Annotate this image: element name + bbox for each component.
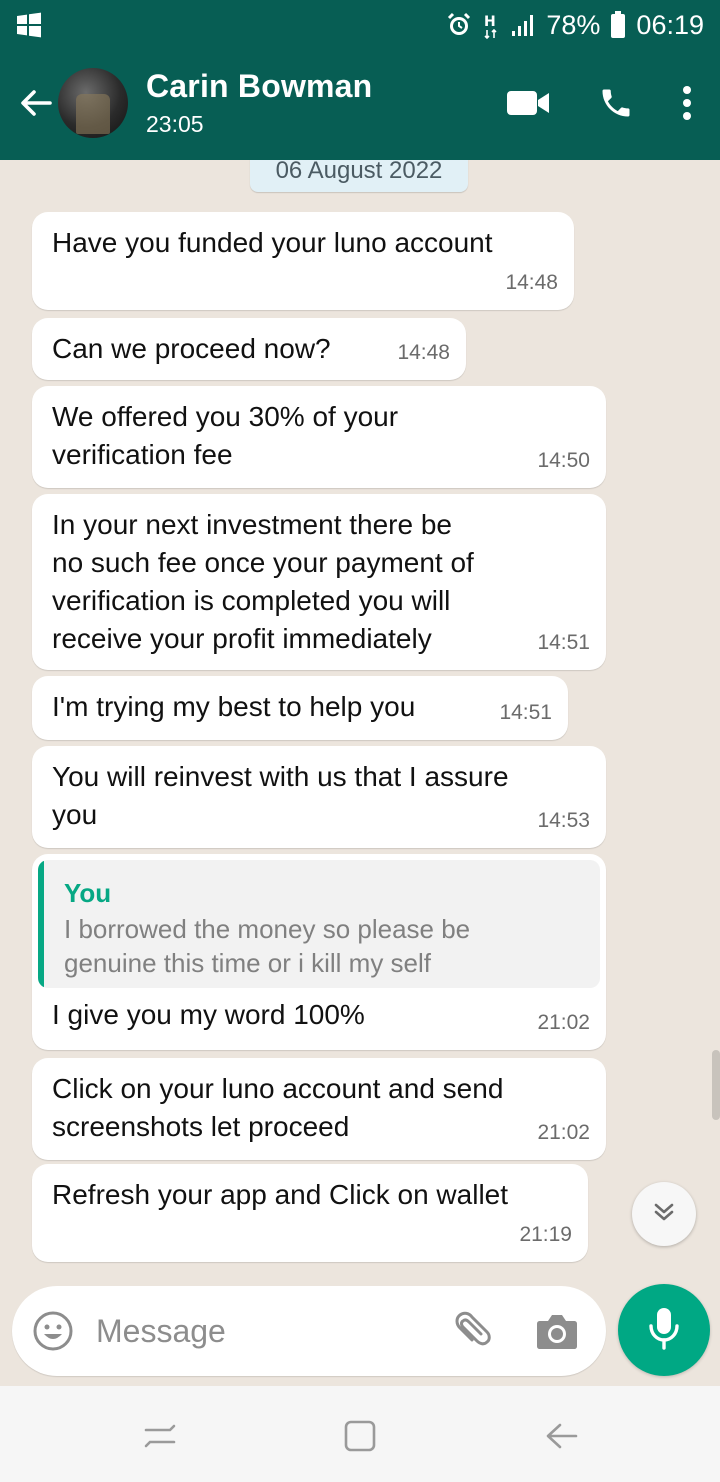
- message-text: I'm trying my best to help you: [52, 691, 416, 722]
- back-nav-icon[interactable]: [542, 1416, 582, 1461]
- svg-text:H: H: [484, 14, 496, 30]
- message-text: Click on your luno account and send scre…: [52, 1073, 504, 1142]
- top-app-bar: H 78% 06:19 Carin Bowman 23:05: [0, 0, 720, 160]
- signal-icon: [510, 12, 536, 38]
- quote-accent-bar: [38, 860, 44, 988]
- message-time: 14:53: [537, 809, 590, 832]
- message-text: Can we proceed now?: [52, 333, 331, 364]
- home-icon[interactable]: [340, 1416, 380, 1461]
- back-arrow-icon[interactable]: [14, 81, 58, 125]
- chat-area[interactable]: 06 August 2022 Have you funded your luno…: [0, 160, 720, 1284]
- message-input[interactable]: [96, 1304, 426, 1358]
- scrollbar[interactable]: [712, 1050, 720, 1120]
- double-chevron-down-icon: [651, 1199, 677, 1230]
- message-time: 21:02: [537, 1011, 590, 1034]
- quote-text: I borrowed the money so please be genuin…: [64, 914, 471, 978]
- message-bubble[interactable]: Can we proceed now? 14:48: [32, 318, 466, 380]
- mic-icon: [647, 1306, 681, 1355]
- system-navigation-bar: [0, 1386, 720, 1482]
- last-seen: 23:05: [146, 111, 204, 137]
- message-text: You will reinvest with us that I assure …: [52, 761, 509, 830]
- message-time: 21:19: [519, 1223, 572, 1246]
- mic-button[interactable]: [618, 1284, 710, 1376]
- message-time: 14:51: [537, 631, 590, 654]
- recent-apps-icon[interactable]: [140, 1416, 180, 1461]
- chat-header: Carin Bowman 23:05: [0, 58, 720, 148]
- date-separator: 06 August 2022: [250, 160, 468, 192]
- clock: 06:19: [636, 9, 704, 40]
- emoji-icon[interactable]: [32, 1310, 74, 1357]
- message-time: 14:48: [505, 271, 558, 294]
- attach-icon[interactable]: [450, 1310, 492, 1357]
- message-bubble[interactable]: Have you funded your luno account 14:48: [32, 212, 574, 310]
- message-bubble[interactable]: You I borrowed the money so please be ge…: [32, 854, 606, 1050]
- message-composer: [12, 1286, 606, 1376]
- contact-name: Carin Bowman: [146, 68, 373, 104]
- alarm-icon: [446, 12, 472, 38]
- scroll-to-bottom-button[interactable]: [632, 1182, 696, 1246]
- h-plus-icon: H: [482, 10, 500, 40]
- message-bubble[interactable]: I'm trying my best to help you 14:51: [32, 676, 568, 740]
- avatar[interactable]: [58, 68, 128, 138]
- status-bar: H 78% 06:19: [0, 0, 720, 50]
- message-bubble[interactable]: We offered you 30% of your verification …: [32, 386, 606, 488]
- battery-percent: 78%: [546, 9, 601, 40]
- message-bubble[interactable]: Refresh your app and Click on wallet 21:…: [32, 1164, 588, 1262]
- windows-icon: [16, 12, 42, 38]
- message-text: Have you funded your luno account: [52, 227, 493, 258]
- message-time: 14:51: [499, 701, 552, 724]
- message-time: 21:02: [537, 1121, 590, 1144]
- more-vert-icon[interactable]: [682, 85, 692, 121]
- message-time: 14:50: [537, 449, 590, 472]
- message-bubble[interactable]: Click on your luno account and send scre…: [32, 1058, 606, 1160]
- quote-author: You: [64, 878, 112, 908]
- message-text: In your next investment there be no such…: [52, 509, 474, 654]
- message-time: 14:48: [397, 341, 450, 364]
- message-bubble[interactable]: You will reinvest with us that I assure …: [32, 746, 606, 848]
- status-indicators: H 78% 06:19: [446, 10, 704, 41]
- camera-icon[interactable]: [536, 1312, 578, 1355]
- battery-icon: [610, 11, 626, 39]
- message-text: We offered you 30% of your verification …: [52, 401, 399, 470]
- quoted-message[interactable]: You I borrowed the money so please be ge…: [38, 860, 600, 988]
- message-bubble[interactable]: In your next investment there be no such…: [32, 494, 606, 670]
- phone-icon[interactable]: [598, 85, 634, 121]
- message-text: I give you my word 100%: [52, 999, 365, 1030]
- video-call-icon[interactable]: [506, 88, 550, 118]
- message-text: Refresh your app and Click on wallet: [52, 1179, 509, 1210]
- contact-info[interactable]: Carin Bowman 23:05: [146, 68, 372, 138]
